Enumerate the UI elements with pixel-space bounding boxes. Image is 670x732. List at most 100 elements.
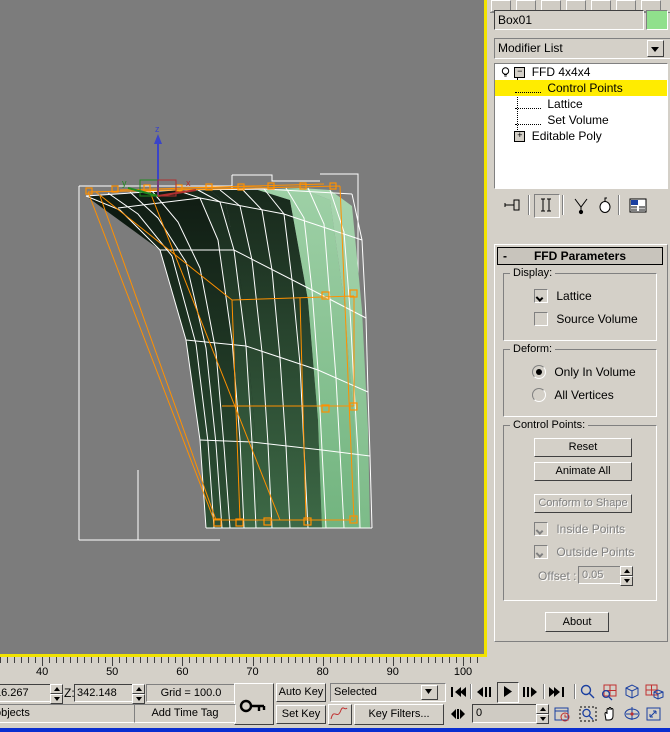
light-bulb-icon[interactable] — [499, 64, 511, 80]
all-vertices-radio[interactable] — [532, 387, 546, 402]
expand-toggle-icon[interactable]: + — [514, 131, 526, 143]
region-zoom-button[interactable] — [578, 705, 598, 725]
stack-item-set-volume[interactable]: Set Volume — [495, 112, 667, 128]
ruler-minor-tick — [280, 657, 282, 663]
ruler-minor-tick — [399, 657, 401, 663]
ruler-minor-tick — [147, 657, 149, 663]
chevron-down-icon[interactable] — [647, 40, 664, 57]
outside-points-checkbox-row[interactable]: Outside Points — [534, 544, 634, 559]
object-name-field[interactable]: Box01 — [494, 10, 644, 30]
key-mode-toggle-button[interactable] — [448, 705, 468, 725]
ruler-minor-tick — [357, 657, 359, 663]
about-button[interactable]: About — [545, 612, 609, 632]
configure-modifier-sets-icon[interactable] — [626, 194, 650, 216]
ruler-minor-tick — [350, 657, 352, 663]
modifier-stack-toolbar[interactable] — [494, 192, 666, 224]
inside-points-checkbox-row[interactable]: Inside Points — [534, 521, 625, 536]
only-in-volume-radio[interactable] — [532, 364, 546, 379]
stack-item-ffd[interactable]: − FFD 4x4x4 — [495, 64, 667, 80]
coordinate-y-field[interactable]: 16.267 — [0, 684, 54, 702]
zoom-extents-all-icon — [645, 684, 664, 700]
source-volume-checkbox-row[interactable]: Source Volume — [534, 311, 638, 326]
go-to-start-button[interactable] — [448, 683, 468, 703]
play-animation-button[interactable] — [497, 682, 519, 703]
stack-item-lattice[interactable]: Lattice — [495, 96, 667, 112]
arc-rotate-button[interactable] — [622, 705, 642, 725]
ruler-minor-tick — [70, 657, 72, 663]
next-frame-button[interactable] — [520, 683, 540, 703]
ruler-ticks[interactable]: 40 50 60 70 80 90 100 — [0, 657, 485, 680]
selection-set-value: Selected — [334, 686, 377, 698]
go-to-end-button[interactable] — [547, 683, 567, 703]
key-filters-button[interactable]: Key Filters... — [354, 704, 444, 725]
play-icon — [504, 686, 512, 697]
key-mode-lock-button[interactable] — [234, 683, 274, 725]
object-name-row: Box01 — [494, 10, 668, 32]
only-in-volume-radio-row[interactable]: Only In Volume — [532, 364, 636, 379]
pan-view-button[interactable] — [600, 705, 620, 725]
function-curve-button[interactable] — [328, 704, 352, 725]
current-frame-spinner[interactable] — [536, 704, 549, 724]
key-icon — [239, 699, 266, 713]
only-in-volume-label: Only In Volume — [554, 364, 636, 379]
ruler-minor-tick — [91, 657, 93, 663]
ruler-tick-label: 70 — [246, 666, 259, 678]
zoom-all-button[interactable] — [600, 683, 620, 703]
conform-to-shape-button[interactable]: Conform to Shape — [534, 494, 632, 513]
offset-spinner[interactable] — [620, 566, 633, 586]
pin-stack-icon[interactable] — [500, 194, 524, 216]
set-key-button[interactable]: Set Key — [276, 705, 326, 724]
ruler-minor-tick — [364, 657, 366, 663]
show-end-result-icon[interactable] — [534, 194, 560, 218]
min-max-toggle-button[interactable] — [644, 705, 664, 725]
coordinate-z-spinner[interactable] — [132, 684, 145, 704]
zoom-all-icon — [601, 684, 617, 701]
current-frame-field[interactable]: 0 — [472, 704, 542, 723]
ruler-minor-tick — [28, 657, 30, 663]
coordinate-y-spinner[interactable] — [50, 684, 63, 704]
coordinate-z-field[interactable]: 342.148 — [74, 684, 136, 702]
ruler-minor-tick — [119, 657, 121, 663]
time-slider-ruler[interactable]: 40 50 60 70 80 90 100 — [0, 657, 670, 682]
source-volume-checkbox[interactable] — [534, 311, 548, 326]
ruler-tick-label: 40 — [35, 666, 49, 678]
make-unique-icon[interactable] — [570, 194, 594, 216]
modifier-list-row[interactable]: Modifier List — [494, 38, 670, 59]
object-color-swatch[interactable] — [646, 10, 668, 30]
time-configuration-button[interactable] — [552, 705, 572, 725]
rollout-collapse-marker[interactable]: - — [503, 248, 507, 264]
ruler-minor-tick — [161, 657, 163, 663]
offset-field[interactable]: 0.05 — [578, 566, 624, 584]
remove-modifier-icon[interactable] — [594, 194, 618, 216]
stack-item-editable-poly[interactable]: + Editable Poly — [495, 128, 667, 144]
lattice-checkbox-row[interactable]: Lattice — [534, 288, 592, 303]
zoom-extents-button[interactable] — [622, 683, 642, 703]
stack-item-label: FFD 4x4x4 — [531, 65, 591, 79]
zoom-button[interactable] — [578, 683, 598, 703]
inside-points-checkbox[interactable] — [534, 521, 548, 536]
lattice-checkbox[interactable] — [534, 288, 548, 303]
modifier-stack-list[interactable]: − FFD 4x4x4 Control Points Lattice Set V… — [494, 63, 668, 189]
ruler-tick-label: 50 — [106, 666, 119, 678]
ruler-tick-label: 60 — [176, 666, 189, 678]
previous-frame-button[interactable] — [474, 683, 494, 703]
ruler-minor-tick — [441, 657, 443, 663]
gizmo-y-label: y — [122, 178, 127, 188]
all-vertices-radio-row[interactable]: All Vertices — [532, 387, 614, 402]
selection-set-chevron-down-icon[interactable] — [421, 685, 438, 700]
zoom-extents-all-button[interactable] — [644, 683, 664, 703]
modifier-list-dropdown[interactable]: Modifier List — [494, 38, 670, 59]
auto-key-button[interactable]: Auto Key — [276, 683, 326, 702]
status-bar: 16.267 Z: 342.148 Grid = 100.0 Auto Key … — [0, 681, 670, 728]
collapse-toggle-icon[interactable]: − — [514, 67, 526, 79]
perspective-viewport[interactable]: z y x — [0, 0, 484, 654]
rollout-header[interactable]: - FFD Parameters — [497, 247, 663, 265]
ruler-major-tick — [392, 657, 394, 666]
reset-button[interactable]: Reset — [534, 438, 632, 457]
grid-size-display: Grid = 100.0 — [146, 684, 236, 702]
animate-all-button[interactable]: Animate All — [534, 462, 632, 481]
outside-points-checkbox[interactable] — [534, 544, 548, 559]
stack-item-control-points[interactable]: Control Points — [495, 80, 667, 96]
ruler-minor-tick — [7, 657, 8, 663]
add-time-tag-button[interactable]: Add Time Tag — [134, 704, 236, 723]
